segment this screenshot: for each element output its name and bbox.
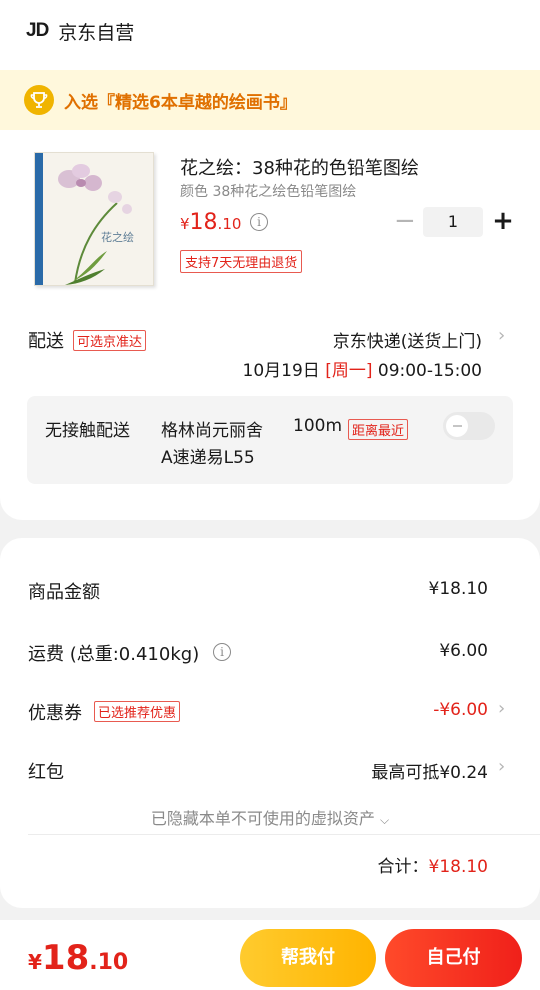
red-packet-value[interactable]: 最高可抵¥0.24 [371,758,488,783]
jd-logo: JD [26,20,49,41]
store-header[interactable]: JD 京东自营 [26,18,134,44]
contactless-label: 无接触配送 [45,421,130,441]
delivery-weekday: [周一] [325,361,373,381]
quantity-decrease-button[interactable]: − [394,208,416,236]
help-me-pay-button[interactable]: 帮我付 [240,929,376,987]
contactless-delivery-panel: 无接触配送 格林尚元丽舍 100m 距离最近 A速递易L55 [27,396,513,484]
quantity-increase-button[interactable]: + [492,207,514,235]
cover-title: 花之绘 [101,231,134,244]
nearest-tag: 距离最近 [348,419,409,440]
price-currency: ¥ [180,215,190,233]
delivery-time[interactable]: 10月19日 [周一] 09:00-15:00 [243,356,482,381]
trophy-icon [24,85,54,115]
order-card: JD 京东自营 入选『精选6本卓越的绘画书』 花之绘 花之绘：38种花的色铅笔图… [0,0,540,520]
return-policy-badge: 支持7天无理由退货 [180,250,303,273]
chevron-down-icon: ⌵ [380,813,390,827]
price-summary-card: 商品金额 ¥18.10 运费 (总重:0.410kg) i ¥6.00 优惠券 … [0,538,540,908]
freight-label: 运费 (总重:0.410kg) [28,644,200,665]
coupon-label: 优惠券 [28,703,82,724]
promo-text: 入选『精选6本卓越的绘画书』 [64,92,297,113]
price-decimal: .10 [217,215,242,233]
price-integer: 18 [189,210,218,235]
delivery-timeslot: 09:00-15:00 [377,361,482,381]
subtotal-value: ¥18.10 [428,857,488,877]
goods-amount-label: 商品金额 [28,582,100,603]
toggle-knob [446,415,468,437]
subtotal: 合计：¥18.10 [378,852,488,877]
divider [28,834,540,835]
coupon-chevron-right-icon[interactable]: › [498,698,505,719]
coupon-value[interactable]: -¥6.00 [433,700,488,720]
store-name: 京东自营 [58,21,135,44]
checkout-bar: ¥18.10 帮我付 自己付 [0,920,540,990]
delivery-date: 10月19日 [242,361,320,381]
pickup-locker: A速递易L55 [161,448,255,468]
pickup-distance: 100m [293,416,343,436]
total-decimal: .10 [89,950,129,975]
promo-banner[interactable]: 入选『精选6本卓越的绘画书』 [0,70,540,130]
delivery-method[interactable]: 京东快递(送货上门) [333,327,482,352]
freight-info-icon[interactable]: i [213,643,231,661]
delivery-chevron-right-icon[interactable]: › [498,325,505,346]
red-packet-label: 红包 [28,762,64,783]
delivery-label: 配送 [28,331,64,352]
product-title[interactable]: 花之绘：38种花的色铅笔图绘 [180,154,419,180]
product-price: ¥18.10 [180,210,241,235]
hidden-assets-toggle[interactable]: 已隐藏本单不可使用的虚拟资产 ⌵ [0,805,540,829]
product-image[interactable]: 花之绘 [34,152,154,286]
red-packet-chevron-right-icon[interactable]: › [498,756,505,777]
delivery-option-tag: 可选京准达 [73,330,147,351]
price-info-icon[interactable]: i [250,213,268,231]
pay-myself-button[interactable]: 自己付 [385,929,522,987]
pickup-location: 格林尚元丽舍 [161,421,263,441]
product-variant[interactable]: 颜色 38种花之绘色铅笔图绘 [180,181,356,201]
contactless-toggle[interactable] [443,412,495,440]
total-price: ¥18.10 [28,938,128,978]
freight-value: ¥6.00 [439,641,488,661]
goods-amount-value: ¥18.10 [428,579,488,599]
total-integer: 18 [41,938,90,978]
coupon-tag: 已选推荐优惠 [94,701,181,722]
total-currency: ¥ [28,950,42,974]
subtotal-label: 合计： [377,857,429,877]
hidden-assets-text: 已隐藏本单不可使用的虚拟资产 [150,809,375,828]
quantity-input[interactable]: 1 [423,207,483,237]
